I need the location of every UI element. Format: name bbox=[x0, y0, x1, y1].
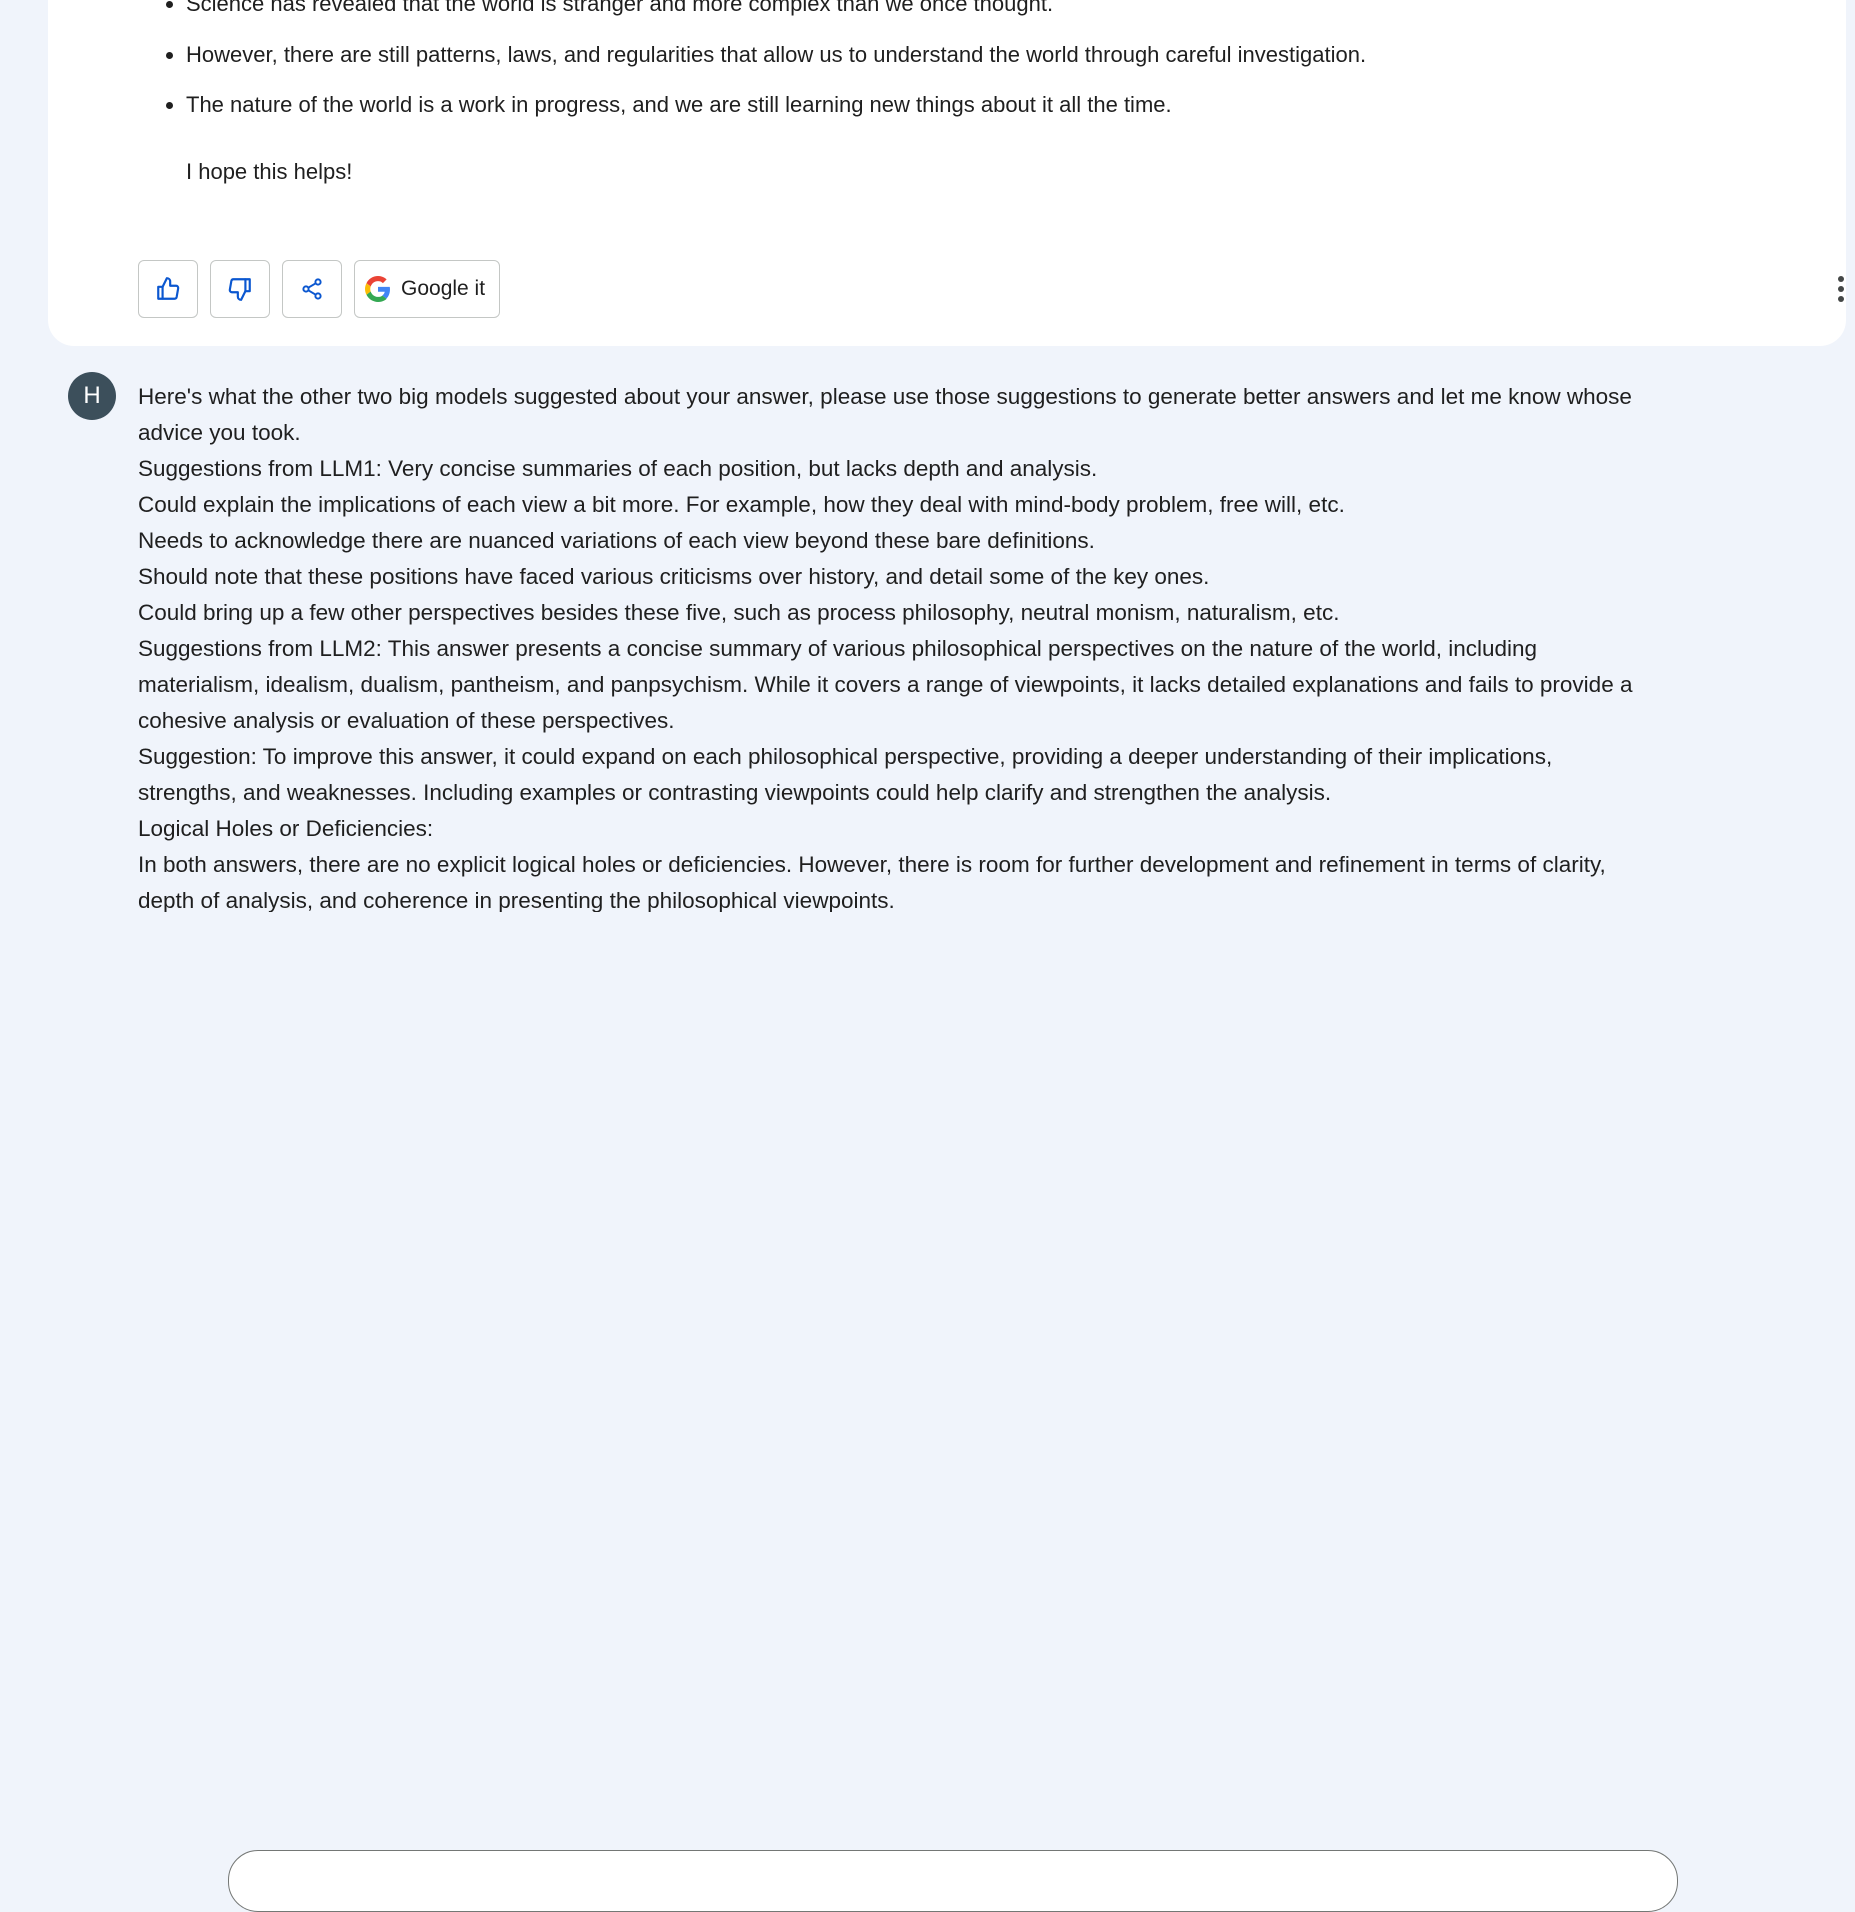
message-line: Suggestion: To improve this answer, it c… bbox=[138, 744, 1553, 769]
more-options-button[interactable] bbox=[1826, 272, 1855, 306]
input-area bbox=[0, 912, 1855, 1912]
message-line: Should note that these positions have fa… bbox=[138, 564, 1210, 589]
google-logo-icon bbox=[365, 276, 390, 302]
message-line: strengths, and weaknesses. Including exa… bbox=[138, 780, 1332, 805]
thumbs-up-button[interactable] bbox=[138, 260, 198, 318]
message-line: Could bring up a few other perspectives … bbox=[138, 600, 1340, 625]
message-line: In both answers, there are no explicit l… bbox=[138, 852, 1606, 877]
thumb-down-icon bbox=[228, 278, 251, 301]
message-line: Suggestions from LLM2: This answer prese… bbox=[138, 636, 1538, 661]
message-line: Logical Holes or Deficiencies: bbox=[138, 816, 434, 841]
response-card: Science has revealed that the world is s… bbox=[48, 0, 1846, 346]
share-icon bbox=[302, 278, 322, 300]
bullet-item: Science has revealed that the world is s… bbox=[131, 0, 1053, 18]
message-line: Needs to acknowledge there are nuanced v… bbox=[138, 528, 1095, 553]
message-line: cohesive analysis or evaluation of these… bbox=[138, 708, 675, 733]
user-message: Here's what the other two big models sug… bbox=[138, 379, 1778, 919]
message-line: Could explain the implications of each v… bbox=[138, 492, 1345, 517]
message-line: Here's what the other two big models sug… bbox=[138, 384, 1632, 409]
share-button[interactable] bbox=[282, 260, 342, 318]
message-line: advice you took. bbox=[138, 420, 301, 445]
google-it-label: Google it bbox=[401, 277, 486, 300]
message-line: materialism, idealism, dualism, pantheis… bbox=[138, 672, 1633, 697]
bullet-item: The nature of the world is a work in pro… bbox=[131, 91, 1172, 119]
user-avatar: H bbox=[68, 372, 116, 420]
thumbs-down-button[interactable] bbox=[210, 260, 270, 318]
google-it-button[interactable]: Google it bbox=[354, 260, 501, 318]
prompt-input[interactable] bbox=[228, 1850, 1678, 1912]
thumb-up-icon bbox=[157, 277, 180, 300]
closing-text: I hope this helps! bbox=[186, 159, 353, 184]
message-line: Suggestions from LLM1: Very concise summ… bbox=[138, 456, 1098, 481]
bullet-item: However, there are still patterns, laws,… bbox=[131, 41, 1366, 69]
more-vert-icon bbox=[1838, 276, 1844, 302]
